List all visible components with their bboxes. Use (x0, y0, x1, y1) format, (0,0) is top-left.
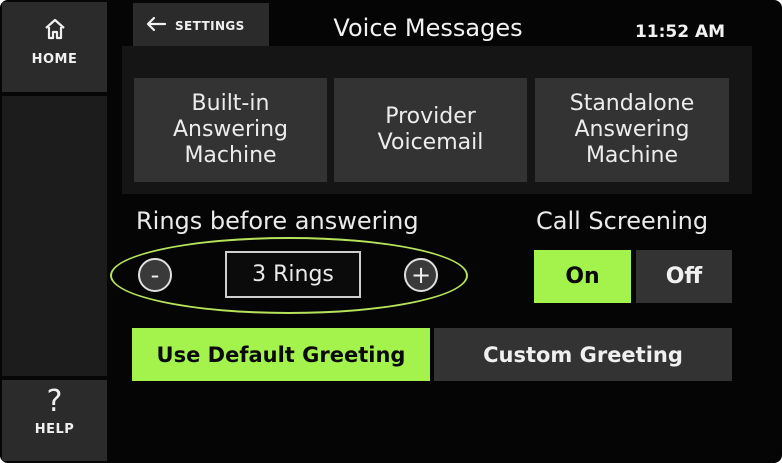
home-label: HOME (31, 52, 78, 67)
mode-label-line: Answering (574, 117, 690, 142)
call-screening-on-button[interactable]: On (534, 250, 631, 303)
mode-label-line: Machine (585, 143, 679, 168)
call-screening-label: Call Screening (536, 207, 709, 235)
help-label: HELP (34, 422, 75, 437)
sidebar-spacer (2, 96, 107, 376)
mode-label-line: Standalone (569, 91, 695, 116)
mode-label-line: Voicemail (377, 130, 484, 155)
arrow-left-icon (145, 16, 167, 36)
clock: 11:52 AM (634, 22, 726, 42)
voice-messages-screen: HOME ? HELP SETTINGS Voice Messages 11:5… (0, 0, 782, 463)
built-in-answering-machine-button[interactable]: Built-in Answering Machine (134, 78, 327, 182)
sidebar: HOME ? HELP (0, 0, 109, 463)
use-default-greeting-button[interactable]: Use Default Greeting (132, 328, 430, 381)
help-button[interactable]: ? HELP (2, 380, 107, 461)
mode-label-line: Built-in (191, 91, 270, 116)
question-mark-icon: ? (46, 384, 63, 419)
standalone-answering-machine-button[interactable]: Standalone Answering Machine (535, 78, 729, 182)
rings-value: 3 Rings (225, 251, 361, 298)
rings-label: Rings before answering (136, 207, 419, 235)
custom-greeting-button[interactable]: Custom Greeting (434, 328, 732, 381)
home-icon (44, 18, 66, 44)
mode-label-line: Machine (184, 143, 277, 168)
page-title: Voice Messages (333, 14, 523, 42)
home-button[interactable]: HOME (2, 2, 107, 92)
mode-label-line: Answering (172, 117, 289, 142)
provider-voicemail-button[interactable]: Provider Voicemail (334, 78, 527, 182)
call-screening-off-button[interactable]: Off (636, 250, 732, 303)
increase-rings-button[interactable]: + (404, 258, 438, 292)
back-to-settings-button[interactable]: SETTINGS (133, 3, 269, 49)
decrease-rings-button[interactable]: - (138, 258, 172, 292)
mode-label-line: Provider (385, 104, 476, 129)
back-label: SETTINGS (175, 19, 245, 33)
